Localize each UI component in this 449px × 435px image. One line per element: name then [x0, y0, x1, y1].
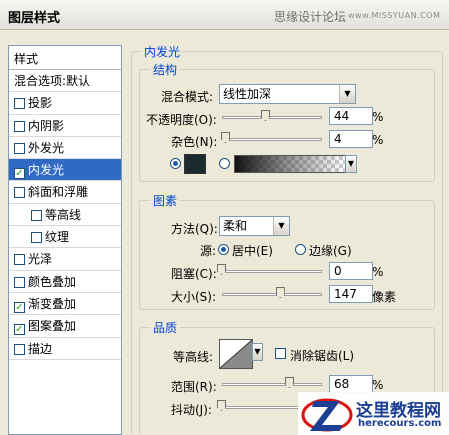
style-checkbox[interactable]: ✓ [14, 324, 25, 336]
style-item[interactable]: 投影 [9, 92, 121, 115]
style-checkbox[interactable] [31, 209, 42, 221]
style-item-label: 斜面和浮雕 [28, 185, 89, 200]
opacity-input[interactable]: 44 [329, 107, 373, 125]
style-item[interactable]: ✓ 渐变叠加 [9, 293, 121, 316]
style-item-label: 描边 [28, 341, 53, 356]
method-select[interactable]: 柔和 ▼ [219, 216, 290, 236]
noise-label: 杂色(N): [171, 135, 218, 149]
style-item-label: 投影 [28, 96, 53, 111]
method-label: 方法(Q): [171, 222, 218, 236]
logo-z-icon [301, 398, 353, 432]
noise-percent: % [372, 133, 384, 147]
style-checkbox[interactable] [14, 343, 25, 355]
range-percent: % [372, 378, 384, 392]
style-item-label: 渐变叠加 [28, 296, 77, 311]
style-checkbox[interactable] [14, 98, 25, 110]
style-item-label: 光泽 [28, 252, 53, 267]
style-item[interactable]: 斜面和浮雕 [9, 181, 121, 204]
logo-url: herecours.com [358, 418, 442, 429]
style-item[interactable]: ✓ 内发光 [9, 159, 121, 182]
style-checkbox[interactable] [14, 120, 25, 132]
style-item-label: 图案叠加 [28, 319, 77, 334]
range-input[interactable]: 68 [329, 375, 373, 393]
gradient-radio[interactable] [219, 158, 230, 169]
size-input[interactable]: 147 [329, 285, 373, 303]
source-edge-label[interactable]: 边缘(G) [309, 242, 352, 259]
chevron-down-icon: ▼ [339, 85, 355, 103]
size-slider[interactable] [222, 293, 322, 296]
style-item[interactable]: ✓ 图案叠加 [9, 315, 121, 338]
style-checkbox[interactable] [31, 232, 42, 244]
choke-label: 阻塞(C): [171, 267, 217, 281]
chevron-down-icon: ▼ [273, 217, 289, 235]
chevron-down-icon: ▼ [253, 344, 262, 360]
contour-picker[interactable] [219, 339, 253, 369]
gradient-dropdown-button[interactable]: ▼ [345, 155, 357, 173]
glow-gradient-picker[interactable] [234, 155, 346, 173]
source-label: 源: [200, 244, 217, 258]
site-logo: 这里教程网 herecours.com [298, 392, 449, 435]
opacity-slider[interactable] [222, 116, 322, 119]
styles-list-header[interactable]: 样式 [9, 46, 121, 70]
style-item-label: 等高线 [45, 207, 82, 222]
blend-mode-select[interactable]: 线性加深 ▼ [219, 84, 356, 104]
style-item[interactable]: 内阴影 [9, 115, 121, 137]
style-item[interactable]: 等高线 [9, 204, 121, 227]
blend-mode-value: 线性加深 [223, 87, 272, 101]
choke-slider[interactable] [222, 270, 322, 273]
style-item-label: 外发光 [28, 140, 65, 155]
style-item[interactable]: 纹理 [9, 226, 121, 249]
style-item-label: 内发光 [28, 163, 65, 178]
quality-title: 品质 [150, 319, 181, 336]
method-value: 柔和 [223, 219, 248, 233]
size-label: 大小(S): [171, 290, 217, 304]
jitter-label: 抖动(J): [171, 403, 212, 417]
title-bar[interactable]: 图层样式 思缘设计论坛 www.MISSYUAN.COM [0, 0, 449, 30]
watermark-text: 思缘设计论坛 [274, 10, 347, 24]
contour-label: 等高线: [173, 350, 214, 364]
contour-dropdown-button[interactable]: ▼ [252, 343, 263, 361]
style-item[interactable]: 光泽 [9, 248, 121, 271]
style-item[interactable]: 描边 [9, 338, 121, 360]
style-item-label: 内阴影 [28, 118, 65, 133]
style-checkbox[interactable]: ✓ [14, 301, 25, 313]
styles-list: 样式 混合选项:默认 投影 内阴影 外发光 ✓ 内发光 斜面和浮雕 等高线 纹理 光泽 颜色叠加 ✓ 渐… [8, 45, 122, 435]
noise-slider[interactable] [222, 138, 322, 141]
inner-glow-title: 内发光 [141, 43, 184, 60]
anti-alias-checkbox[interactable] [275, 348, 286, 359]
range-slider[interactable] [222, 383, 322, 386]
style-item-label: 纹理 [45, 230, 70, 245]
opacity-label: 不透明度(O): [146, 113, 217, 127]
noise-input[interactable]: 4 [329, 130, 373, 148]
style-item[interactable]: 混合选项:默认 [9, 70, 121, 93]
range-label: 范围(R): [171, 380, 217, 394]
style-checkbox[interactable] [14, 276, 25, 288]
size-unit: 像素 [372, 290, 397, 304]
choke-percent: % [372, 265, 384, 279]
style-item[interactable]: 颜色叠加 [9, 271, 121, 293]
style-checkbox[interactable] [14, 142, 25, 154]
source-edge-radio[interactable] [295, 244, 306, 255]
contour-curve-icon [220, 340, 252, 368]
style-item[interactable]: 外发光 [9, 137, 121, 160]
anti-alias-label[interactable]: 消除锯齿(L) [290, 347, 354, 364]
opacity-percent: % [372, 110, 384, 124]
elements-title: 图素 [150, 192, 181, 209]
style-checkbox[interactable]: ✓ [14, 168, 25, 180]
source-center-radio[interactable] [218, 244, 229, 255]
style-checkbox[interactable] [14, 254, 25, 266]
style-item-label: 混合选项:默认 [14, 74, 91, 88]
style-item-label: 颜色叠加 [28, 274, 77, 289]
structure-title: 结构 [150, 61, 181, 78]
chevron-down-icon: ▼ [346, 156, 356, 172]
glow-color-swatch[interactable] [184, 154, 206, 174]
choke-input[interactable]: 0 [329, 262, 373, 280]
watermark-url: www.MISSYUAN.COM [348, 11, 441, 20]
blend-mode-label: 混合模式: [161, 90, 214, 104]
style-checkbox[interactable] [14, 187, 25, 199]
source-center-label[interactable]: 居中(E) [232, 242, 273, 259]
dialog-title: 图层样式 [8, 11, 61, 26]
solid-color-radio[interactable] [170, 158, 181, 169]
